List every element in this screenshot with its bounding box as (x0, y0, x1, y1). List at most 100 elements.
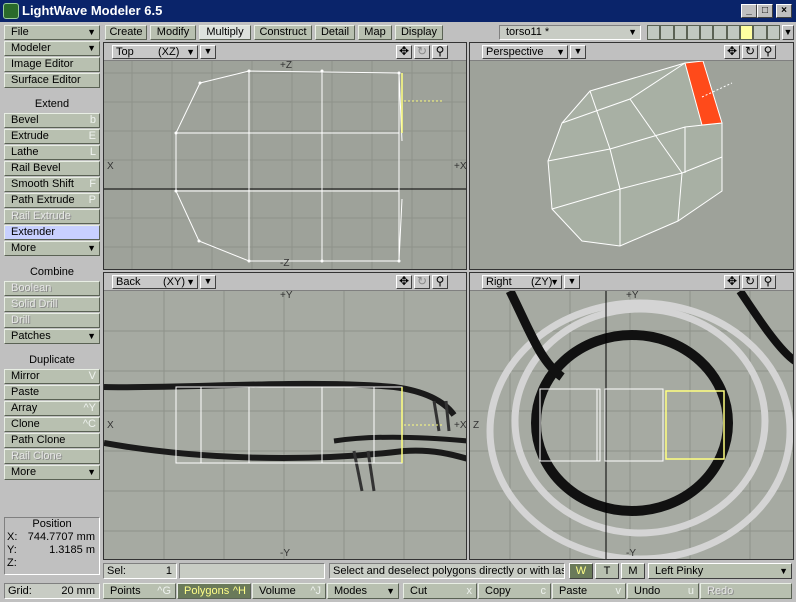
maximize-button[interactable]: □ (757, 4, 773, 18)
zoom-icon[interactable]: ⚲ (760, 275, 776, 289)
minimize-button[interactable]: _ (741, 4, 757, 18)
duplicate-more-menu[interactable]: More ▼ (4, 465, 100, 480)
dropdown-arrow-icon: ▼ (186, 47, 195, 57)
surface-editor-button[interactable]: Surface Editor (4, 73, 100, 88)
polygons-mode-button[interactable]: Polygons ^H (177, 583, 251, 599)
texture-toggle[interactable]: T (595, 563, 619, 579)
path-extrude-button[interactable]: Path Extrude P (4, 193, 100, 208)
pan-icon[interactable]: ✥ (396, 45, 412, 59)
extender-button[interactable]: Extender (4, 225, 100, 240)
selection-count: Sel: 1 (103, 563, 177, 579)
layer-button[interactable] (726, 25, 741, 40)
solid-drill-button[interactable]: Solid Drill (4, 297, 100, 312)
view-type-select[interactable]: Top (XZ) ▼ (112, 45, 198, 59)
viewport-back[interactable]: Back (XY) ▼ ▼ ✥ ↻ ⚲ +Y -Y +X X (103, 272, 467, 560)
paste-button[interactable]: Paste v (552, 583, 626, 599)
undo-button[interactable]: Undo u (627, 583, 699, 599)
paste-tool-button[interactable]: Paste (4, 385, 100, 400)
rail-bevel-button[interactable]: Rail Bevel (4, 161, 100, 176)
tab-modify[interactable]: Modify (150, 25, 196, 40)
grid-size: Grid: 20 mm (4, 583, 100, 599)
view-type-select[interactable]: Perspective ▼ (482, 45, 568, 59)
layer-button[interactable] (700, 25, 714, 40)
zoom-icon[interactable]: ⚲ (432, 45, 448, 59)
pan-icon[interactable]: ✥ (724, 275, 740, 289)
extend-more-menu[interactable]: More ▼ (4, 241, 100, 256)
object-selector[interactable]: torso11 * ▼ (499, 25, 641, 40)
tab-create[interactable]: Create (105, 25, 147, 40)
redo-button[interactable]: Redo (700, 583, 792, 599)
bevel-button[interactable]: Bevel b (4, 113, 100, 128)
viewport-header: Top (XZ) ▼ ▼ ✥ ↻ ⚲ (104, 43, 466, 61)
file-menu[interactable]: File ▼ (4, 25, 100, 40)
array-button[interactable]: Array ^Y (4, 401, 100, 416)
image-editor-button[interactable]: Image Editor (4, 57, 100, 72)
tab-construct[interactable]: Construct (254, 25, 312, 40)
layer-button[interactable] (647, 25, 661, 40)
modeler-menu[interactable]: Modeler ▼ (4, 41, 100, 56)
path-clone-button[interactable]: Path Clone (4, 433, 100, 448)
copy-button[interactable]: Copy c (478, 583, 551, 599)
rail-clone-button[interactable]: Rail Clone (4, 449, 100, 464)
view-options-dropdown[interactable]: ▼ (564, 275, 580, 289)
axis-label: +X (454, 420, 467, 431)
tab-map[interactable]: Map (358, 25, 392, 40)
layer-button[interactable] (713, 25, 727, 40)
rotate-icon[interactable]: ↻ (414, 275, 430, 289)
view-options-dropdown[interactable]: ▼ (570, 45, 586, 59)
view-options-dropdown[interactable]: ▼ (200, 45, 216, 59)
duplicate-header: Duplicate (29, 354, 75, 366)
close-button[interactable]: × (776, 4, 792, 18)
viewport-right[interactable]: Right (ZY) ▼ ▼ ✥ ↻ ⚲ +Y -Y Z (469, 272, 794, 560)
layer-menu-button[interactable]: ▼ (782, 25, 794, 40)
lathe-button[interactable]: Lathe L (4, 145, 100, 160)
modes-menu[interactable]: Modes ▼ (327, 583, 399, 599)
view-type-select[interactable]: Right (ZY) ▼ (482, 275, 562, 289)
volume-mode-button[interactable]: Volume ^J (252, 583, 326, 599)
tab-detail[interactable]: Detail (315, 25, 355, 40)
view-type-select[interactable]: Back (XY) ▼ (112, 275, 198, 289)
patches-menu[interactable]: Patches ▼ (4, 329, 100, 344)
axis-label: +Y (280, 290, 293, 301)
dropdown-arrow-icon: ▼ (550, 277, 559, 287)
viewport-header: Back (XY) ▼ ▼ ✥ ↻ ⚲ (104, 273, 466, 291)
layer-button-active[interactable] (740, 25, 754, 40)
surface-selector[interactable]: Left Pinky ▼ (648, 563, 792, 579)
viewport-perspective[interactable]: Perspective ▼ ▼ ✥ ↻ ⚲ (469, 42, 794, 270)
dropdown-arrow-icon: ▼ (87, 43, 96, 53)
wireframe-toggle[interactable]: W (569, 563, 593, 579)
tab-multiply[interactable]: Multiply (199, 25, 251, 40)
points-mode-button[interactable]: Points ^G (103, 583, 176, 599)
right-view-canvas (470, 291, 793, 559)
zoom-icon[interactable]: ⚲ (432, 275, 448, 289)
clone-button[interactable]: Clone ^C (4, 417, 100, 432)
title-bar: LightWave Modeler 6.5 _ □ × (0, 0, 796, 22)
drill-button[interactable]: Drill (4, 313, 100, 328)
rotate-icon[interactable]: ↻ (414, 45, 430, 59)
view-options-dropdown[interactable]: ▼ (200, 275, 216, 289)
rotate-icon[interactable]: ↻ (742, 45, 758, 59)
layer-button[interactable] (686, 25, 701, 40)
tab-display[interactable]: Display (395, 25, 443, 40)
rotate-icon[interactable]: ↻ (742, 275, 758, 289)
layer-button[interactable] (766, 25, 780, 40)
material-toggle[interactable]: M (621, 563, 645, 579)
cut-button[interactable]: Cut x (403, 583, 477, 599)
app-icon[interactable] (3, 3, 19, 19)
layer-button[interactable] (660, 25, 674, 40)
extrude-button[interactable]: Extrude E (4, 129, 100, 144)
pan-icon[interactable]: ✥ (396, 275, 412, 289)
axis-label: X (107, 420, 114, 431)
axis-label: -Y (626, 548, 636, 559)
back-view-canvas (104, 291, 466, 559)
smooth-shift-button[interactable]: Smooth Shift F (4, 177, 100, 192)
viewport-top[interactable]: Top (XZ) ▼ ▼ ✥ ↻ ⚲ +Z -Z +X X (103, 42, 467, 270)
dropdown-arrow-icon: ▼ (628, 27, 637, 37)
layer-button[interactable] (673, 25, 687, 40)
rail-extrude-button[interactable]: Rail Extrude (4, 209, 100, 224)
zoom-icon[interactable]: ⚲ (760, 45, 776, 59)
layer-button[interactable] (753, 25, 767, 40)
pan-icon[interactable]: ✥ (724, 45, 740, 59)
boolean-button[interactable]: Boolean (4, 281, 100, 296)
mirror-button[interactable]: Mirror V (4, 369, 100, 384)
